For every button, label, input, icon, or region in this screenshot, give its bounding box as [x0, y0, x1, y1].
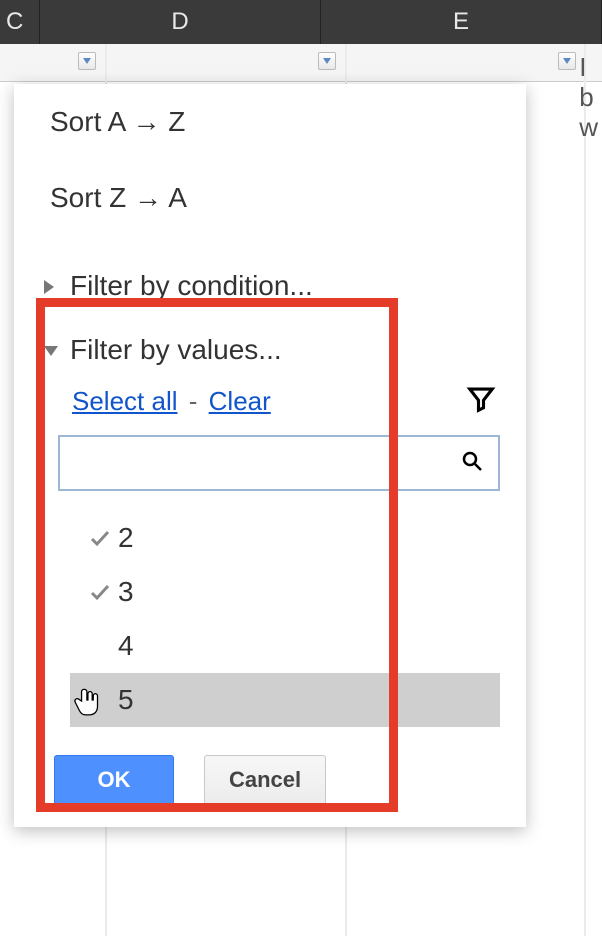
- filter-value-list: 2 3 4 5: [14, 511, 526, 727]
- filter-value-label: 5: [118, 684, 134, 716]
- cursor-hand-icon: [72, 683, 106, 717]
- cell-text-fragment: I b w: [579, 52, 598, 142]
- chevron-right-icon: [44, 280, 54, 294]
- ok-button[interactable]: OK: [54, 755, 174, 805]
- filter-value-label: 2: [118, 522, 134, 554]
- filter-value-item[interactable]: 2: [70, 511, 500, 565]
- check-icon: [82, 526, 118, 550]
- sort-za-item[interactable]: Sort Z → A: [14, 160, 526, 236]
- filter-toggle-d[interactable]: [318, 52, 336, 70]
- filter-by-values-label: Filter by values...: [70, 334, 282, 366]
- filter-panel: Sort A → Z Sort Z → A Filter by conditio…: [14, 84, 526, 827]
- search-icon[interactable]: [460, 449, 484, 478]
- sort-az-item[interactable]: Sort A → Z: [14, 84, 526, 160]
- filter-by-condition-section[interactable]: Filter by condition...: [14, 254, 526, 318]
- filter-search-wrap: [58, 435, 500, 491]
- filter-toggle-c[interactable]: [78, 52, 96, 70]
- clear-link[interactable]: Clear: [209, 386, 271, 416]
- filter-by-values-section[interactable]: Filter by values...: [14, 318, 526, 382]
- filter-value-item[interactable]: 4: [70, 619, 500, 673]
- separator: -: [189, 386, 198, 416]
- column-header-row: C D E: [0, 0, 602, 44]
- filter-value-item[interactable]: 5: [70, 673, 500, 727]
- column-header-e[interactable]: E: [321, 0, 602, 44]
- check-icon: [82, 580, 118, 604]
- filter-funnel-icon[interactable]: [466, 384, 496, 419]
- chevron-down-icon: [44, 346, 58, 356]
- filter-by-condition-label: Filter by condition...: [70, 270, 313, 302]
- select-all-link[interactable]: Select all: [72, 386, 178, 416]
- filter-value-label: 3: [118, 576, 134, 608]
- cancel-button[interactable]: Cancel: [204, 755, 326, 805]
- filter-toggle-row: [0, 44, 602, 82]
- filter-value-label: 4: [118, 630, 134, 662]
- select-links-row: Select all - Clear: [14, 382, 526, 435]
- column-header-c[interactable]: C: [0, 0, 40, 44]
- filter-value-item[interactable]: 3: [70, 565, 500, 619]
- gridline: [584, 44, 586, 936]
- column-header-d[interactable]: D: [40, 0, 321, 44]
- filter-toggle-e[interactable]: [558, 52, 576, 70]
- filter-search-input[interactable]: [74, 437, 460, 489]
- button-row: OK Cancel: [14, 727, 526, 805]
